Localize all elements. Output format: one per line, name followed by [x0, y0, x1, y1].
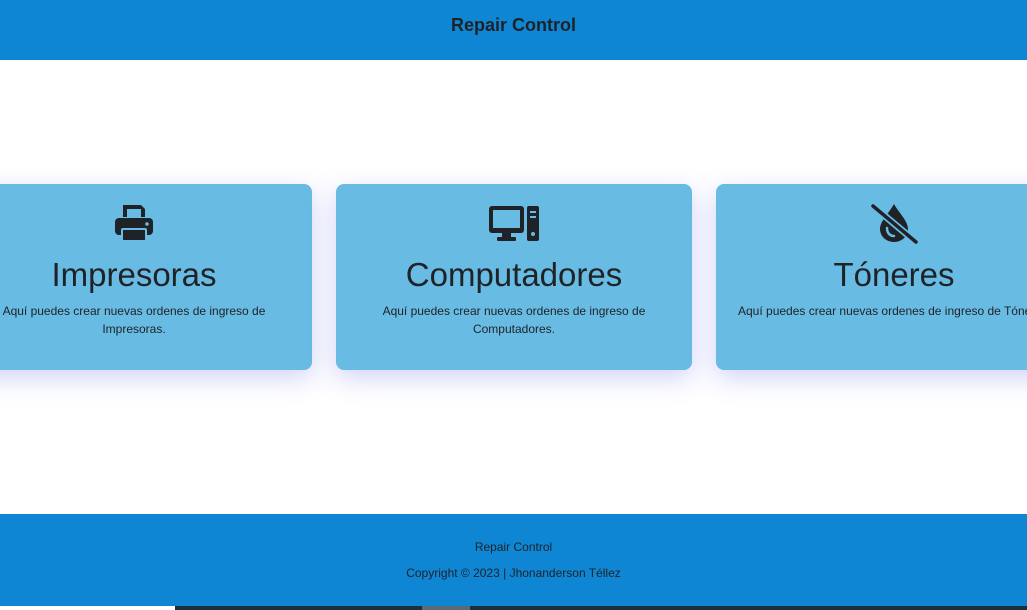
app-header: Repair Control — [0, 0, 1027, 60]
computer-icon — [336, 201, 692, 245]
droplet-slash-icon — [716, 201, 1027, 245]
scrollbar-track[interactable] — [175, 606, 1027, 610]
card-description: Aquí puedes crear nuevas ordenes de ingr… — [738, 304, 1027, 318]
app-footer: Repair Control Copyright © 2023 | Jhonan… — [0, 514, 1027, 606]
card-description: Aquí puedes crear nuevas ordenes de ingr… — [2, 304, 266, 336]
horizontal-scrollbar[interactable] — [0, 606, 1027, 610]
card-title: Tóneres — [833, 256, 955, 293]
card-toneres[interactable]: Tóneres Aquí puedes crear nuevas ordenes… — [716, 184, 1027, 370]
footer-app-name: Repair Control — [474, 540, 553, 554]
footer-copyright: Copyright © 2023 | Jhonanderson Téllez — [406, 566, 621, 580]
printer-icon — [0, 201, 312, 245]
card-title: Computadores — [405, 256, 623, 293]
app-title: Repair Control — [450, 14, 576, 35]
card-impresoras[interactable]: Impresoras Aquí puedes crear nuevas orde… — [0, 184, 312, 370]
card-title: Impresoras — [51, 256, 217, 293]
card-computadores[interactable]: Computadores Aquí puedes crear nuevas or… — [336, 184, 692, 370]
scrollbar-thumb[interactable] — [422, 606, 470, 610]
card-description: Aquí puedes crear nuevas ordenes de ingr… — [382, 304, 646, 336]
page: Repair Control Impresoras Aquí puedes cr… — [0, 0, 1027, 610]
main-content: Impresoras Aquí puedes crear nuevas orde… — [0, 60, 1027, 514]
